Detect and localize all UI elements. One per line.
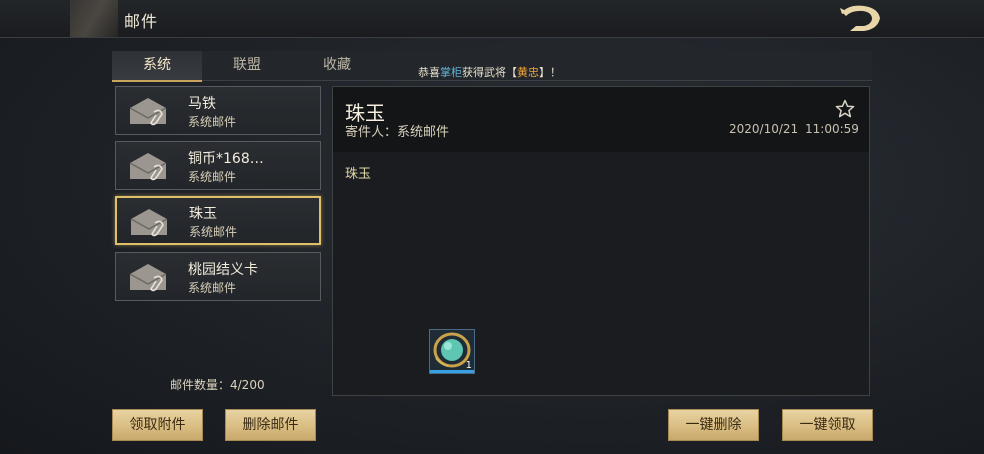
mail-sender: 系统邮件 <box>188 281 237 295</box>
mail-list-item-selected[interactable]: 珠玉 系统邮件 <box>115 196 321 245</box>
mail-detail-sender: 寄件人：系统邮件 <box>345 125 450 140</box>
dragon-back-button[interactable] <box>836 2 886 34</box>
mail-with-attachment-icon <box>130 209 168 237</box>
tab-alliance[interactable]: 联盟 <box>202 51 292 80</box>
page-title: 邮件 <box>124 12 159 31</box>
mail-title: 铜币*168… <box>188 151 264 167</box>
mail-title: 桃园结义卡 <box>188 262 258 278</box>
mail-list-item[interactable]: 铜币*168… 系统邮件 <box>115 141 321 190</box>
attachment-quantity: 1 <box>465 360 472 371</box>
top-bar: 邮件 <box>0 0 984 38</box>
mail-detail-body: 珠玉 <box>345 167 372 182</box>
mail-with-attachment-icon <box>129 98 167 126</box>
mail-sender: 系统邮件 <box>188 115 237 129</box>
star-icon[interactable] <box>835 99 855 119</box>
dragon-icon <box>840 5 880 31</box>
delete-mail-button[interactable]: 删除邮件 <box>225 409 316 441</box>
mail-detail-date: 2020/10/21 <box>729 122 799 136</box>
mail-list-item[interactable]: 桃园结义卡 系统邮件 <box>115 252 321 301</box>
mail-list-item[interactable]: 马铁 系统邮件 <box>115 86 321 135</box>
mail-sender: 系统邮件 <box>189 225 238 239</box>
hero-portrait-decoration <box>70 0 118 37</box>
claim-attachments-button[interactable]: 领取附件 <box>112 409 203 441</box>
attachment-item-slot[interactable]: 1 <box>429 329 475 374</box>
mail-with-attachment-icon <box>129 264 167 292</box>
mail-detail-time: 11:00:59 <box>805 122 859 136</box>
broadcast-marquee: 恭喜掌柜获得武将【黄忠】！ <box>418 66 561 79</box>
mail-with-attachment-icon <box>129 153 167 181</box>
claim-all-button[interactable]: 一键领取 <box>782 409 873 441</box>
mail-sender: 系统邮件 <box>188 170 237 184</box>
delete-all-button[interactable]: 一键删除 <box>668 409 759 441</box>
mail-detail-panel: 珠玉 寄件人：系统邮件 2020/10/21 11:00:59 珠玉 1 <box>332 86 870 396</box>
mail-detail-header: 珠玉 寄件人：系统邮件 2020/10/21 11:00:59 <box>333 87 869 152</box>
mail-count-label: 邮件数量：4/200 <box>170 378 265 392</box>
mail-title: 马铁 <box>188 96 216 112</box>
tab-favorites[interactable]: 收藏 <box>292 51 382 80</box>
mail-title: 珠玉 <box>189 206 217 222</box>
tab-system[interactable]: 系统 <box>112 51 202 82</box>
